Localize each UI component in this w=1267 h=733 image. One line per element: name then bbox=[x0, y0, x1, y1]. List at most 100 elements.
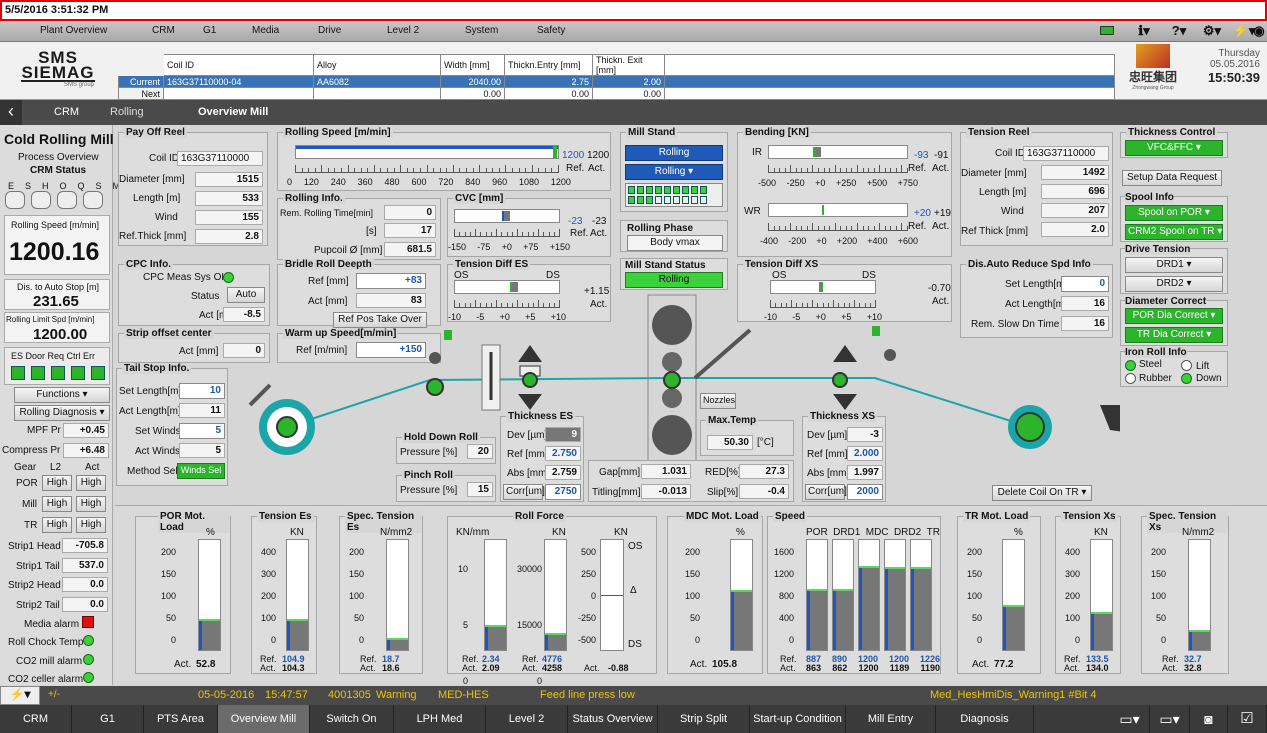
strip2-tail-value: 0.0 bbox=[62, 597, 108, 612]
gear-mill-l2[interactable]: High bbox=[42, 496, 72, 512]
monitor-icon[interactable]: ▭▾ bbox=[1110, 705, 1150, 733]
drd1-dropdown[interactable]: DRD1 ▾ bbox=[1125, 257, 1223, 273]
down-radio[interactable] bbox=[1181, 373, 1192, 384]
sms-logo: SMS SIEMAG SMS group bbox=[21, 48, 95, 88]
tab-switch-on[interactable]: Switch On bbox=[310, 705, 394, 733]
crm-status-label: CRM Status bbox=[30, 165, 87, 176]
nozzles-button[interactable]: Nozzles bbox=[700, 393, 736, 409]
tab-g1[interactable]: G1 bbox=[72, 705, 144, 733]
coil-row-next[interactable]: Next 0.00 0.00 0.00 bbox=[118, 87, 1115, 100]
red-value: 27.3 bbox=[739, 464, 789, 479]
tab-mill-entry[interactable]: Mill Entry bbox=[846, 705, 936, 733]
monitor2-icon[interactable]: ▭▾ bbox=[1150, 705, 1190, 733]
tab-strip-split[interactable]: Strip Split bbox=[658, 705, 750, 733]
subtitle: Process Overview bbox=[18, 152, 99, 163]
mill-stand-panel: Mill Stand Rolling Rolling ▾ bbox=[620, 127, 728, 212]
delete-coil-dropdown[interactable]: Delete Coil On TR ▾ bbox=[992, 485, 1092, 501]
thickness-es-corr[interactable]: 2750 bbox=[545, 484, 581, 500]
tension-reel-panel: Tension Reel Coil ID 163G37110000 Diamet… bbox=[960, 127, 1113, 246]
gauge-bar-spd2 bbox=[858, 539, 880, 651]
info-icon[interactable]: ℹ▾ bbox=[1130, 23, 1158, 40]
gear-por-act: High bbox=[76, 475, 106, 491]
lift-radio[interactable] bbox=[1181, 360, 1192, 371]
tail-set-winds-input[interactable]: 5 bbox=[179, 423, 225, 439]
pinch-roll-panel: Pinch Roll Pressure [%] 15 bbox=[396, 470, 496, 502]
roll-indicator-grid[interactable] bbox=[625, 183, 723, 207]
payoff-ref-thick: 2.8 bbox=[195, 229, 263, 244]
es-door-panel: ES Door Req Ctrl Err bbox=[4, 347, 110, 385]
tr-diameter: 1492 bbox=[1041, 165, 1109, 180]
alarm-status-bar[interactable]: ⚡▾ +/- 05-05-2016 15:47:57 4001305 Warni… bbox=[0, 686, 1267, 705]
gauge-bar-rf1 bbox=[484, 539, 507, 651]
gauge-fill-stes bbox=[387, 640, 408, 650]
menu-g1[interactable]: G1 bbox=[203, 25, 216, 36]
power-icon[interactable]: ⚡▾ bbox=[0, 686, 40, 705]
checkbox-icon[interactable]: ☑ bbox=[1228, 705, 1267, 733]
crumb-crm[interactable]: CRM bbox=[54, 106, 79, 118]
menu-system[interactable]: System bbox=[465, 25, 498, 36]
setup-data-request-button[interactable]: Setup Data Request bbox=[1122, 170, 1222, 186]
crumb-rolling[interactable]: Rolling bbox=[110, 106, 144, 118]
tab-lph-med[interactable]: LPH Med bbox=[394, 705, 486, 733]
coil-row-current[interactable]: Current 163G37110000-04 AA6082 2040.00 2.75 2… bbox=[118, 75, 1115, 88]
tr-wind: 207 bbox=[1041, 203, 1109, 218]
spool-por-dropdown[interactable]: Spool on POR ▾ bbox=[1125, 205, 1223, 221]
gauge-fill-rf1 bbox=[485, 626, 506, 650]
tr-ref-thick: 2.0 bbox=[1041, 222, 1109, 237]
menu-safety[interactable]: Safety bbox=[537, 25, 565, 36]
tab-pts-area[interactable]: PTS Area bbox=[144, 705, 218, 733]
bridle-ref-input[interactable]: +83 bbox=[356, 273, 426, 289]
thickness-xs-corr[interactable]: 2000 bbox=[847, 484, 883, 500]
thickness-mode-dropdown[interactable]: VFC&FFC ▾ bbox=[1125, 140, 1223, 156]
menu-media[interactable]: Media bbox=[252, 25, 279, 36]
corr-es-button[interactable]: Corr[um] bbox=[503, 484, 545, 500]
rolling-diagnosis-dropdown[interactable]: Rolling Diagnosis ▾ bbox=[14, 405, 110, 421]
tab-diagnosis[interactable]: Diagnosis bbox=[936, 705, 1034, 733]
gear-tr-act: High bbox=[76, 517, 106, 533]
corr-xs-button[interactable]: Corr[um] bbox=[805, 484, 847, 500]
help-icon[interactable]: ?▾ bbox=[1165, 23, 1193, 40]
ir-act: -91 bbox=[934, 150, 949, 161]
tab-level2[interactable]: Level 2 bbox=[486, 705, 568, 733]
gear-icon[interactable]: ⚙▾ bbox=[1198, 23, 1226, 40]
mill-stand-mode-dropdown[interactable]: Rolling ▾ bbox=[625, 164, 723, 180]
thickness-es-dev: 9 bbox=[545, 427, 581, 442]
camera-icon[interactable]: ◙ bbox=[1190, 705, 1228, 733]
gauge-fill-mdc bbox=[731, 591, 752, 650]
spool-tr-dropdown[interactable]: CRM2 Spool on TR ▾ bbox=[1125, 224, 1223, 240]
bending-panel: Bending [KN] IR -500 -250 +0 +250 +500 +750 -… bbox=[737, 127, 952, 257]
tab-startup-condition[interactable]: Start-up Condition bbox=[750, 705, 846, 733]
menu-drive[interactable]: Drive bbox=[318, 25, 341, 36]
back-arrow-icon[interactable]: ‹ bbox=[0, 100, 22, 125]
tr-dia-correct-dropdown[interactable]: TR Dia Correct ▾ bbox=[1125, 327, 1223, 343]
steel-radio[interactable] bbox=[1125, 360, 1136, 371]
rubber-radio[interactable] bbox=[1125, 373, 1136, 384]
tab-overview-mill[interactable]: Overview Mill bbox=[218, 705, 310, 733]
speed-box: Rolling Speed [m/min] 1200.16 bbox=[4, 215, 110, 275]
functions-dropdown[interactable]: Functions ▾ bbox=[14, 387, 110, 403]
gauge-bar-txs bbox=[1090, 539, 1113, 651]
gear-por-l2[interactable]: High bbox=[42, 475, 72, 491]
tr-load-gauge: TR Mot. Load % 200 150 100 50 0 Act. 77.2 bbox=[957, 511, 1041, 674]
strip2-head-value: 0.0 bbox=[62, 577, 108, 592]
gear-tr-l2[interactable]: High bbox=[42, 517, 72, 533]
tab-status-overview[interactable]: Status Overview bbox=[568, 705, 658, 733]
eye-icon[interactable]: ◉ bbox=[1251, 23, 1267, 40]
menu-level2[interactable]: Level 2 bbox=[387, 25, 419, 36]
compress-value: +6.48 bbox=[63, 443, 109, 458]
gauge-fill-spd1 bbox=[833, 590, 853, 650]
gauge-fill-tes bbox=[287, 621, 308, 650]
tail-set-length-input[interactable]: 10 bbox=[179, 383, 225, 399]
mill-stand-state[interactable]: Rolling bbox=[625, 145, 723, 161]
method-select[interactable]: Winds Sel bbox=[177, 463, 225, 479]
drd2-dropdown[interactable]: DRD2 ▾ bbox=[1125, 276, 1223, 292]
tab-crm[interactable]: CRM bbox=[0, 705, 72, 733]
strip1-tail-value: 537.0 bbox=[62, 558, 108, 573]
gauge-panel: POR Mot. Load % 200 150 100 50 0 Act. 52.8 T… bbox=[115, 505, 1267, 686]
alarm-message: Feed line press low bbox=[540, 689, 635, 701]
menu-crm[interactable]: CRM bbox=[152, 25, 175, 36]
max-temp-panel: Max.Temp 50.30 [°C] bbox=[700, 415, 794, 456]
por-dia-correct-dropdown[interactable]: POR Dia Correct ▾ bbox=[1125, 308, 1223, 324]
menu-plant-overview[interactable]: Plant Overview bbox=[40, 25, 107, 36]
tail-stop-panel: Tail Stop Info. Set Length[m] 10 Act Len… bbox=[116, 363, 228, 486]
